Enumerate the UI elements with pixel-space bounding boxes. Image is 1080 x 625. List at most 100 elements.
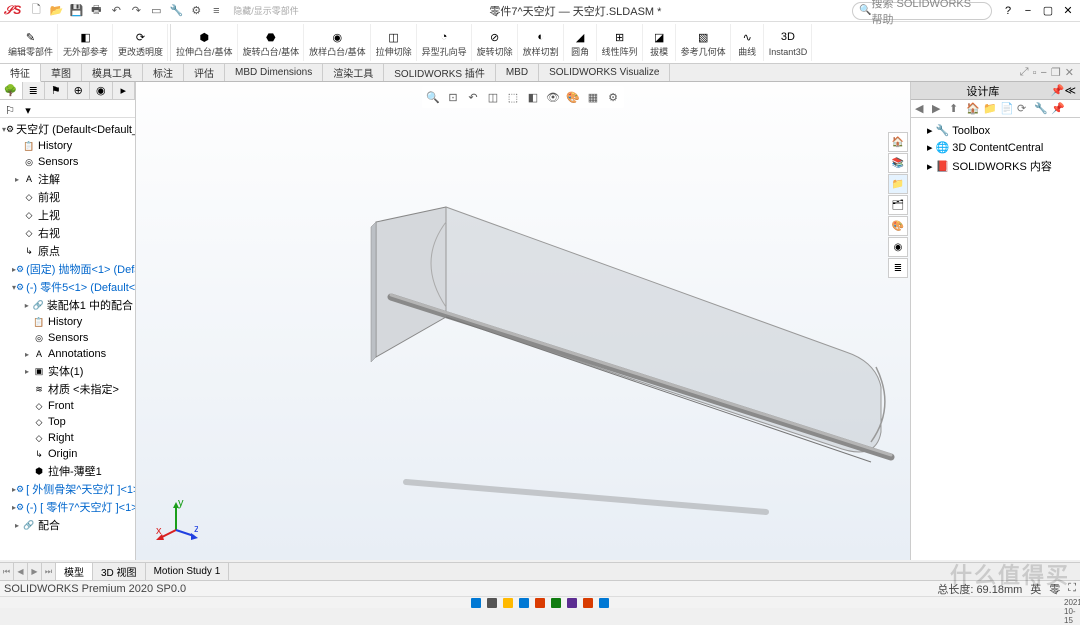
add-file-icon[interactable]: 📄 <box>1000 102 1014 116</box>
ribbon-拔模[interactable]: ◪拔模 <box>644 24 676 61</box>
tree-item[interactable]: 📋History <box>2 314 133 330</box>
doc-min-icon[interactable]: ▫ <box>1033 67 1037 79</box>
ribbon-参考几何体[interactable]: ▧参考几何体 <box>677 24 731 61</box>
tab-MBD[interactable]: MBD <box>496 64 539 81</box>
file-explorer-icon[interactable]: 🗂 <box>888 195 908 215</box>
app1-icon[interactable] <box>535 598 545 608</box>
tree-item[interactable]: ◎Sensors <box>2 330 133 346</box>
view-tab-Motion Study 1[interactable]: Motion Study 1 <box>146 563 230 580</box>
tab-特征[interactable]: 特征 <box>0 64 41 82</box>
dl-item[interactable]: ▸🌐3D ContentCentral <box>915 139 1076 156</box>
graphics-viewport[interactable]: 🔍 ⊡ ↶ ◫ ⬚ ◧ 👁 🎨 ▦ ⚙ <box>136 82 910 560</box>
display-style-icon[interactable]: ◧ <box>524 88 542 106</box>
prev-view-icon[interactable]: ↶ <box>464 88 482 106</box>
tree-item[interactable]: ▸AAnnotations <box>2 346 133 362</box>
doc-restore-icon[interactable]: ❐ <box>1051 66 1061 79</box>
ribbon-拉伸凸台/基体[interactable]: ⬢拉伸凸台/基体 <box>172 24 238 61</box>
panel-close-icon[interactable]: ≪ <box>1064 84 1076 97</box>
ribbon-放样切割[interactable]: ◐放样切割 <box>519 24 564 61</box>
ribbon-更改透明度[interactable]: ⟳更改透明度 <box>114 24 168 61</box>
scene-icon[interactable]: ▦ <box>584 88 602 106</box>
tree-item[interactable]: ↳Origin <box>2 446 133 462</box>
app5-icon[interactable] <box>599 598 609 608</box>
vt-prev-icon[interactable]: ◀ <box>14 563 28 580</box>
hide-show-icon[interactable]: 👁 <box>544 88 562 106</box>
pin2-icon[interactable]: 📌 <box>1051 102 1065 116</box>
tree-item[interactable]: ◇Right <box>2 430 133 446</box>
view-tab-模型[interactable]: 模型 <box>56 563 93 580</box>
expand-icon[interactable]: ⤢ <box>1020 66 1029 79</box>
design-lib-icon[interactable]: 📁 <box>888 174 908 194</box>
refresh-icon[interactable]: ⟳ <box>1017 102 1031 116</box>
tree-item[interactable]: 📋History <box>2 138 133 154</box>
tree-item[interactable]: ≋材质 <未指定> <box>2 380 133 398</box>
custom-props-icon[interactable]: ≣ <box>888 258 908 278</box>
zoom-area-icon[interactable]: ⊡ <box>444 88 462 106</box>
new-icon[interactable]: 🗋 <box>27 2 45 20</box>
tab-SOLIDWORKS Visualize[interactable]: SOLIDWORKS Visualize <box>539 64 670 81</box>
app4-icon[interactable] <box>583 598 593 608</box>
tree-root[interactable]: ▾⚙天空灯 (Default<Default_Display S <box>2 120 133 138</box>
tree-item[interactable]: ▸⚙(固定) 抛物面<1> (Default< <box>2 260 133 278</box>
select-icon[interactable]: ▭ <box>147 2 165 20</box>
tree-item[interactable]: ◇右视 <box>2 224 133 242</box>
rebuild-icon[interactable]: 🔧 <box>167 2 185 20</box>
ribbon-旋转切除[interactable]: ⊘旋转切除 <box>473 24 518 61</box>
tab-MBD Dimensions[interactable]: MBD Dimensions <box>225 64 323 81</box>
view-tab-3D 视图[interactable]: 3D 视图 <box>93 563 146 580</box>
ribbon-旋转凸台/基体[interactable]: ⬣旋转凸台/基体 <box>239 24 305 61</box>
doc-max-icon[interactable]: − <box>1040 67 1046 79</box>
close-icon[interactable]: ✕ <box>1060 3 1076 19</box>
add-folder-icon[interactable]: 📁 <box>983 102 997 116</box>
tree-item[interactable]: ▸⚙(-) [ 零件7^天空灯 ]<1> -> (Defa <box>2 498 133 516</box>
up-icon[interactable]: ⬆ <box>949 102 963 116</box>
fm-tree-tab[interactable]: 🌳 <box>0 82 23 99</box>
settings-icon[interactable]: ≡ <box>207 2 225 20</box>
ribbon-圆角[interactable]: ◢圆角 <box>565 24 597 61</box>
tree-item[interactable]: ▾⚙(-) 零件5<1> (Default< <box>2 278 133 296</box>
dl-item[interactable]: ▸📕SOLIDWORKS 内容 <box>915 156 1076 176</box>
tree-item[interactable]: ⬢拉伸-薄壁1 <box>2 462 133 480</box>
tree-item[interactable]: ▸A注解 <box>2 170 133 188</box>
tab-模具工具[interactable]: 模具工具 <box>82 64 143 81</box>
appearance-icon[interactable]: 🎨 <box>564 88 582 106</box>
tree-item[interactable]: ▸▣实体(1) <box>2 362 133 380</box>
design-lib-tree[interactable]: ▸🔧Toolbox▸🌐3D ContentCentral▸📕SOLIDWORKS… <box>911 118 1080 178</box>
ribbon-拉伸切除[interactable]: ◫拉伸切除 <box>372 24 417 61</box>
tab-评估[interactable]: 评估 <box>184 64 225 81</box>
tree-item[interactable]: ▸⚙[ 外侧骨架^天空灯 ]<1> -> (Defa <box>2 480 133 498</box>
property-mgr-tab[interactable]: ≣ <box>23 82 46 99</box>
redo-icon[interactable]: ↷ <box>127 2 145 20</box>
home-icon[interactable]: 🏠 <box>888 132 908 152</box>
explorer-icon[interactable] <box>503 598 513 608</box>
ribbon-无外部参考[interactable]: ◧无外部参考 <box>59 24 113 61</box>
ribbon-异型孔向导[interactable]: ◔异型孔向导 <box>418 24 472 61</box>
tab-渲染工具[interactable]: 渲染工具 <box>323 64 384 81</box>
tab-标注[interactable]: 标注 <box>143 64 184 81</box>
config-lib-icon[interactable]: 🔧 <box>1034 102 1048 116</box>
app2-icon[interactable] <box>551 598 561 608</box>
print-icon[interactable]: 🖶 <box>87 2 105 20</box>
ribbon-Instant3D[interactable]: 3DInstant3D <box>765 24 813 61</box>
pin-icon[interactable]: 📌 <box>1051 84 1065 97</box>
save-icon[interactable]: 💾 <box>67 2 85 20</box>
start-icon[interactable] <box>471 598 481 608</box>
tree-item[interactable]: ↳原点 <box>2 242 133 260</box>
tab-草图[interactable]: 草图 <box>41 64 82 81</box>
ribbon-线性阵列[interactable]: ⊞线性阵列 <box>598 24 643 61</box>
ribbon-编辑零部件[interactable]: ✎编辑零部件 <box>4 24 58 61</box>
fwd-icon[interactable]: ▶ <box>932 102 946 116</box>
appearances-icon[interactable]: ◉ <box>888 237 908 257</box>
tree-item[interactable]: ▸🔗装配体1 中的配合 <box>2 296 133 314</box>
undo-icon[interactable]: ↶ <box>107 2 125 20</box>
dl-item[interactable]: ▸🔧Toolbox <box>915 122 1076 139</box>
view-orient-icon[interactable]: ⬚ <box>504 88 522 106</box>
display-mgr-tab[interactable]: ◉ <box>90 82 113 99</box>
ribbon-放样凸台/基体[interactable]: ◉放样凸台/基体 <box>305 24 371 61</box>
view-palette-icon[interactable]: 🎨 <box>888 216 908 236</box>
edge-icon[interactable] <box>519 598 529 608</box>
vt-last-icon[interactable]: ⏭ <box>42 563 56 580</box>
ribbon-曲线[interactable]: ∿曲线 <box>732 24 764 61</box>
dimxpert-tab[interactable]: ⊕ <box>68 82 91 99</box>
minimize-icon[interactable]: − <box>1020 3 1036 19</box>
